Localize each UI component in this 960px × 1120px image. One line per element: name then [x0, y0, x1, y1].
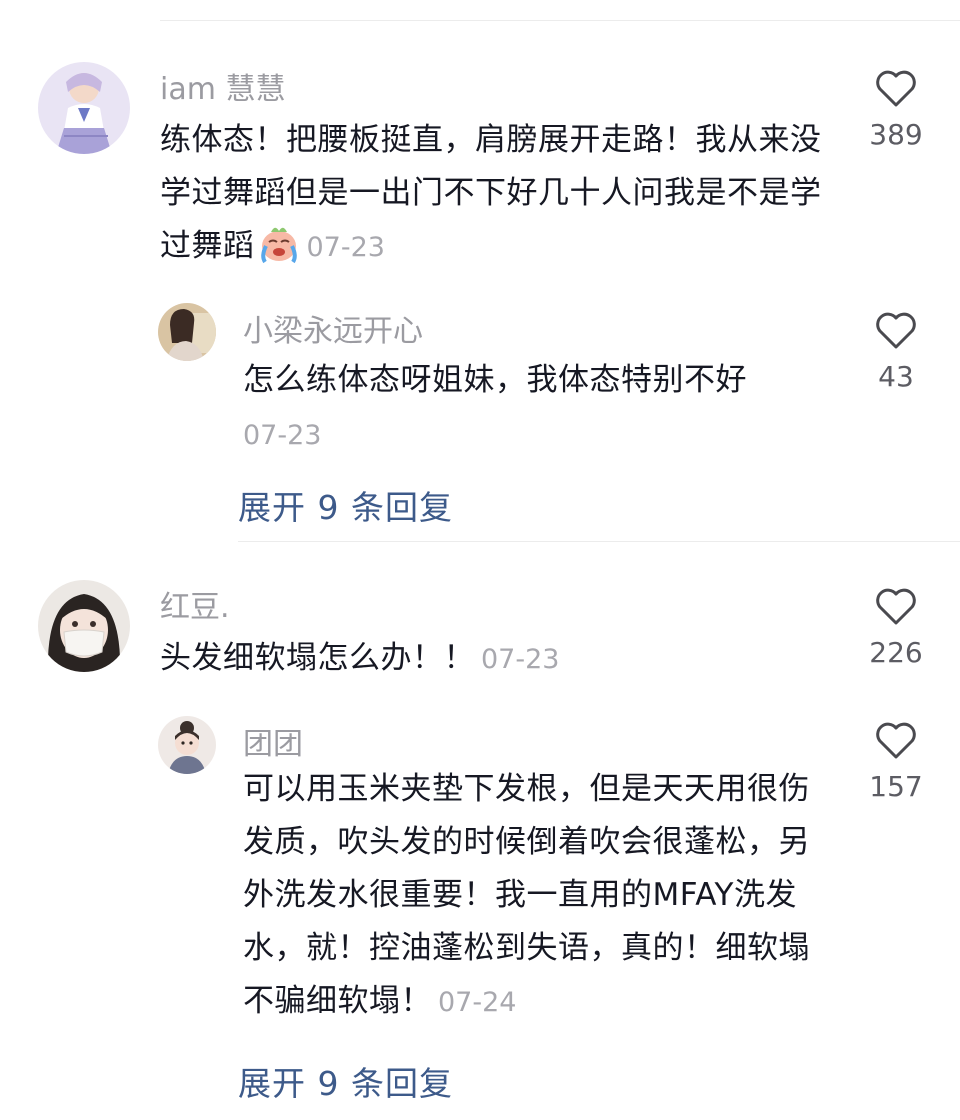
like-count: 43	[878, 360, 914, 393]
crying-face-icon	[260, 227, 297, 264]
comment-text: 练体态！把腰板挺直，肩膀展开走路！我从来没学过舞蹈但是一出门不下好几十人问我是不…	[160, 114, 832, 274]
reply-avatar[interactable]	[158, 716, 216, 774]
heart-icon[interactable]	[874, 586, 918, 626]
reply-text: 怎么练体态呀姐妹，我体态特别不好	[243, 362, 747, 398]
reply-date: 07-24	[438, 987, 517, 1018]
comment-text-content: 头发细软塌怎么办！！	[160, 640, 475, 676]
avatar[interactable]	[38, 62, 130, 154]
reply-date: 07-23	[243, 420, 322, 451]
expand-replies-link[interactable]: 展开 9 条回复	[238, 1057, 453, 1105]
heart-icon[interactable]	[874, 720, 918, 760]
like-button[interactable]: 43	[856, 310, 936, 393]
like-button[interactable]: 226	[856, 586, 936, 669]
heart-icon[interactable]	[874, 310, 918, 350]
comment-date: 07-23	[306, 232, 385, 263]
like-count: 226	[869, 636, 923, 669]
reply-username[interactable]: 团团	[243, 719, 303, 763]
reply-avatar[interactable]	[158, 303, 216, 361]
comment-text: 头发细软塌怎么办！！ 07-23	[160, 632, 832, 686]
like-count: 157	[869, 770, 923, 803]
heart-icon[interactable]	[874, 68, 918, 108]
like-count: 389	[869, 118, 923, 151]
comment-username[interactable]: 红豆.	[160, 582, 230, 626]
comment-divider	[238, 541, 960, 542]
comment-date: 07-23	[481, 644, 560, 675]
like-button[interactable]: 389	[856, 68, 936, 151]
avatar[interactable]	[38, 580, 130, 672]
expand-replies-link[interactable]: 展开 9 条回复	[238, 481, 453, 529]
like-button[interactable]: 157	[856, 720, 936, 803]
reply-text: 可以用玉米夹垫下发根，但是天天用很伤发质，吹头发的时候倒着吹会很蓬松，另外洗发水…	[243, 763, 823, 1029]
top-divider	[160, 20, 960, 21]
reply-username[interactable]: 小梁永远开心	[243, 306, 423, 350]
comment-username[interactable]: iam 慧慧	[160, 64, 285, 108]
reply-text-content: 可以用玉米夹垫下发根，但是天天用很伤发质，吹头发的时候倒着吹会很蓬松，另外洗发水…	[243, 771, 810, 1019]
